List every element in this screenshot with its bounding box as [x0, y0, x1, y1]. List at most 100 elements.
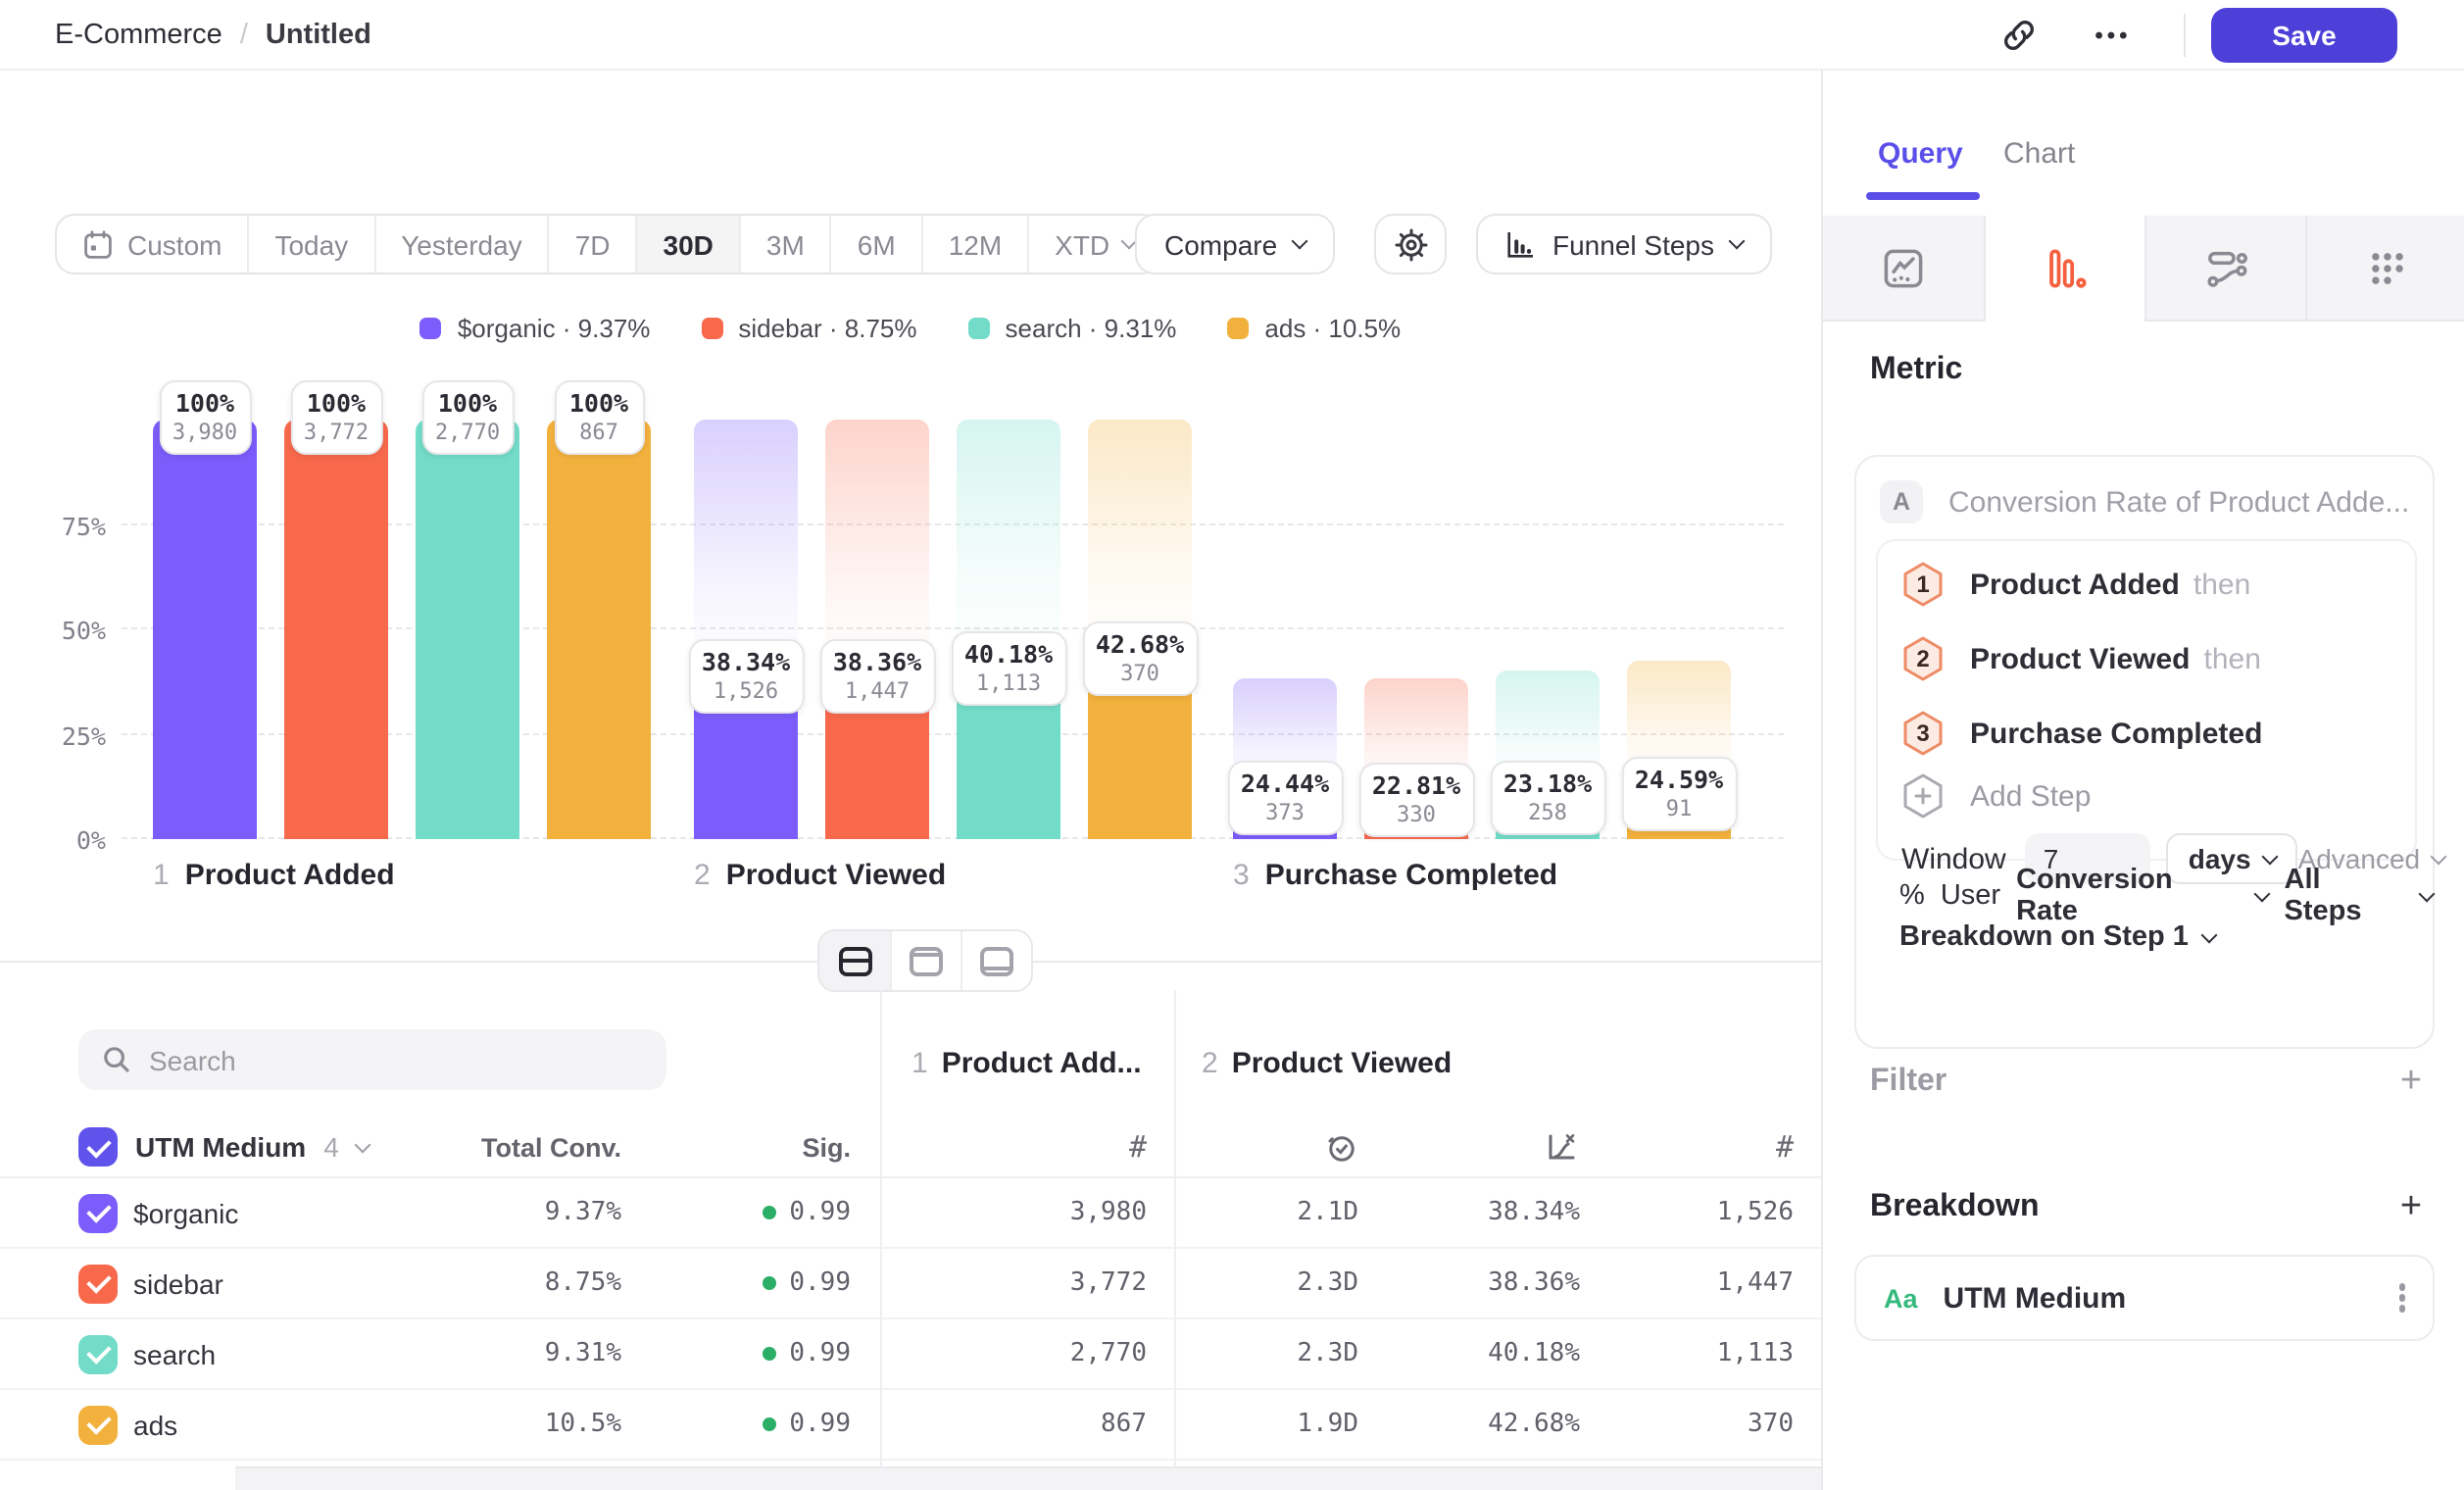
step-axis-label-2: 2 Product Viewed [694, 859, 946, 892]
range-tab-7d[interactable]: 7D [548, 216, 636, 273]
bar-pct: 24.59% [1635, 764, 1723, 795]
metric-card: A Conversion Rate of Product Adde... 1 P… [1854, 455, 2435, 1049]
range-tab-today[interactable]: Today [247, 216, 373, 273]
chart-settings-button[interactable] [1374, 214, 1447, 274]
bar-count: 1,526 [702, 678, 790, 704]
sig-dot-icon [762, 1276, 775, 1290]
row-step2-time: 2.3D [1147, 1268, 1358, 1298]
flow-chart-tab[interactable] [2144, 216, 2305, 322]
funnel-step-1[interactable]: 1 Product Added then [1901, 561, 2250, 608]
table-row-search[interactable]: search9.31%0.992,7702.3D40.18%1,113 [0, 1319, 1821, 1390]
breadcrumb-current[interactable]: Untitled [266, 20, 371, 51]
chart-type-selector[interactable]: Funnel Steps [1476, 214, 1771, 274]
add-breakdown-button[interactable]: + [2391, 1186, 2431, 1225]
save-button[interactable]: Save [2211, 8, 2397, 63]
bar-value-label: 24.44%373 [1227, 761, 1343, 835]
bar-value-label: 38.34%1,526 [688, 639, 804, 714]
funnel-step-3[interactable]: 3 Purchase Completed [1901, 710, 2262, 757]
bar-count: 2,770 [435, 420, 500, 445]
table-group-header-1: 1 Product Add... [912, 1047, 1142, 1080]
table-row-sidebar[interactable]: sidebar8.75%0.993,7722.3D38.36%1,447 [0, 1249, 1821, 1319]
table-scroll-strip[interactable] [235, 1466, 1821, 1490]
breakdown-property-card[interactable]: Aa UTM Medium [1854, 1255, 2435, 1341]
bar-value-label: 22.81%330 [1358, 764, 1474, 838]
row-step1-count: 2,770 [851, 1339, 1147, 1368]
breadcrumb-parent[interactable]: E-Commerce [55, 20, 222, 51]
row-step2-count: 1,526 [1580, 1198, 1794, 1227]
select-all-checkbox[interactable] [78, 1127, 118, 1167]
conversion-column-header[interactable] [1358, 1129, 1580, 1165]
chart-view-button[interactable] [890, 931, 961, 990]
range-tab-yesterday[interactable]: Yesterday [373, 216, 548, 273]
hash-icon: # [1776, 1129, 1794, 1165]
breakdown-on-step-select[interactable]: Breakdown on Step 1 [1899, 921, 2216, 953]
legend-item-search[interactable]: search · 9.31% [968, 314, 1177, 343]
add-filter-button[interactable]: + [2391, 1061, 2431, 1100]
total-conv-header[interactable]: Total Conv. [451, 1132, 621, 1162]
count-column-header[interactable]: # [851, 1129, 1147, 1165]
range-tab-label: 12M [949, 228, 1002, 260]
chart-kind-tabs [1823, 216, 2464, 322]
legend-item-ads[interactable]: ads · 10.5% [1227, 314, 1401, 343]
tab-query[interactable]: Query [1878, 137, 1963, 171]
all-steps-select[interactable]: All Steps [2285, 865, 2406, 927]
row-significance: 0.99 [621, 1339, 851, 1368]
bar-count: 1,447 [833, 678, 921, 704]
funnel-step-group-1: 100%3,980100%3,772100%2,770100%867 [153, 420, 651, 839]
range-tab-12m[interactable]: 12M [921, 216, 1027, 273]
search-input[interactable] [149, 1044, 643, 1075]
time-column-header[interactable] [1147, 1130, 1358, 1164]
row-checkbox[interactable] [78, 1334, 118, 1373]
range-tab-30d[interactable]: 30D [636, 216, 739, 273]
funnel-step-2[interactable]: 2 Product Viewed then [1901, 635, 2261, 682]
legend-label: search · 9.31% [1006, 314, 1177, 343]
bar-count: 258 [1503, 800, 1592, 825]
sig-dot-icon [762, 1417, 775, 1431]
add-step-button[interactable]: Add Step [1901, 772, 2091, 820]
legend-item-sidebar[interactable]: sidebar · 8.75% [701, 314, 916, 343]
range-tab-label: 30D [664, 228, 714, 260]
table-row-organic[interactable]: $organic9.37%0.993,9802.1D38.34%1,526 [0, 1178, 1821, 1249]
user-label[interactable]: User [1941, 880, 2000, 912]
funnel-bar-sidebar[interactable] [284, 420, 388, 839]
compare-button[interactable]: Compare [1135, 214, 1334, 274]
chevron-down-icon [2254, 885, 2271, 902]
funnel-bar-organic[interactable] [153, 420, 257, 839]
row-checkbox[interactable] [78, 1405, 118, 1444]
funnel-bar-ads[interactable] [547, 420, 651, 839]
funnel-bar-search[interactable] [416, 420, 519, 839]
dimension-header[interactable]: UTM Medium 4 [78, 1127, 451, 1167]
legend-item-organic[interactable]: $organic · 9.37% [420, 314, 651, 343]
bar-pct: 42.68% [1096, 628, 1184, 660]
conversion-rate-select[interactable]: Conversion Rate [2016, 865, 2241, 927]
step-event-name: Purchase Completed [1970, 717, 2262, 750]
bar-value-label: 42.68%370 [1082, 621, 1198, 695]
table-search [78, 1029, 666, 1090]
range-tab-6m[interactable]: 6M [830, 216, 921, 273]
row-checkbox[interactable] [78, 1193, 118, 1232]
tab-chart[interactable]: Chart [2003, 137, 2075, 171]
kebab-menu-icon[interactable] [2398, 1295, 2405, 1302]
table-row-ads[interactable]: ads10.5%0.998671.9D42.68%370 [0, 1390, 1821, 1461]
count2-column-header[interactable]: # [1580, 1129, 1794, 1165]
table-view-button[interactable] [961, 931, 1031, 990]
share-link-button[interactable] [1992, 10, 2046, 61]
funnel-chart-tab[interactable] [1984, 216, 2144, 322]
clock-check-icon [1325, 1130, 1358, 1164]
split-view-button[interactable] [819, 931, 890, 990]
bar-count: 1,113 [964, 670, 1053, 696]
range-tab-label: 7D [575, 228, 611, 260]
metric-summary[interactable]: A Conversion Rate of Product Adde... [1880, 472, 2409, 531]
chevron-down-icon [354, 1136, 370, 1153]
sig-header[interactable]: Sig. [621, 1132, 851, 1162]
line-chart-tab[interactable] [1823, 216, 1984, 322]
step-hexagon-badge: 3 [1901, 710, 1945, 757]
app: E-Commerce / Untitled ••• Save CustomTod… [0, 0, 2464, 1490]
column-divider [1174, 990, 1176, 1490]
dimension-name: UTM Medium [135, 1131, 306, 1163]
range-tab-3m[interactable]: 3M [739, 216, 830, 273]
range-tab-custom[interactable]: Custom [57, 216, 247, 273]
retention-grid-tab[interactable] [2305, 216, 2464, 322]
more-actions-button[interactable]: ••• [2086, 10, 2141, 61]
row-checkbox[interactable] [78, 1264, 118, 1303]
